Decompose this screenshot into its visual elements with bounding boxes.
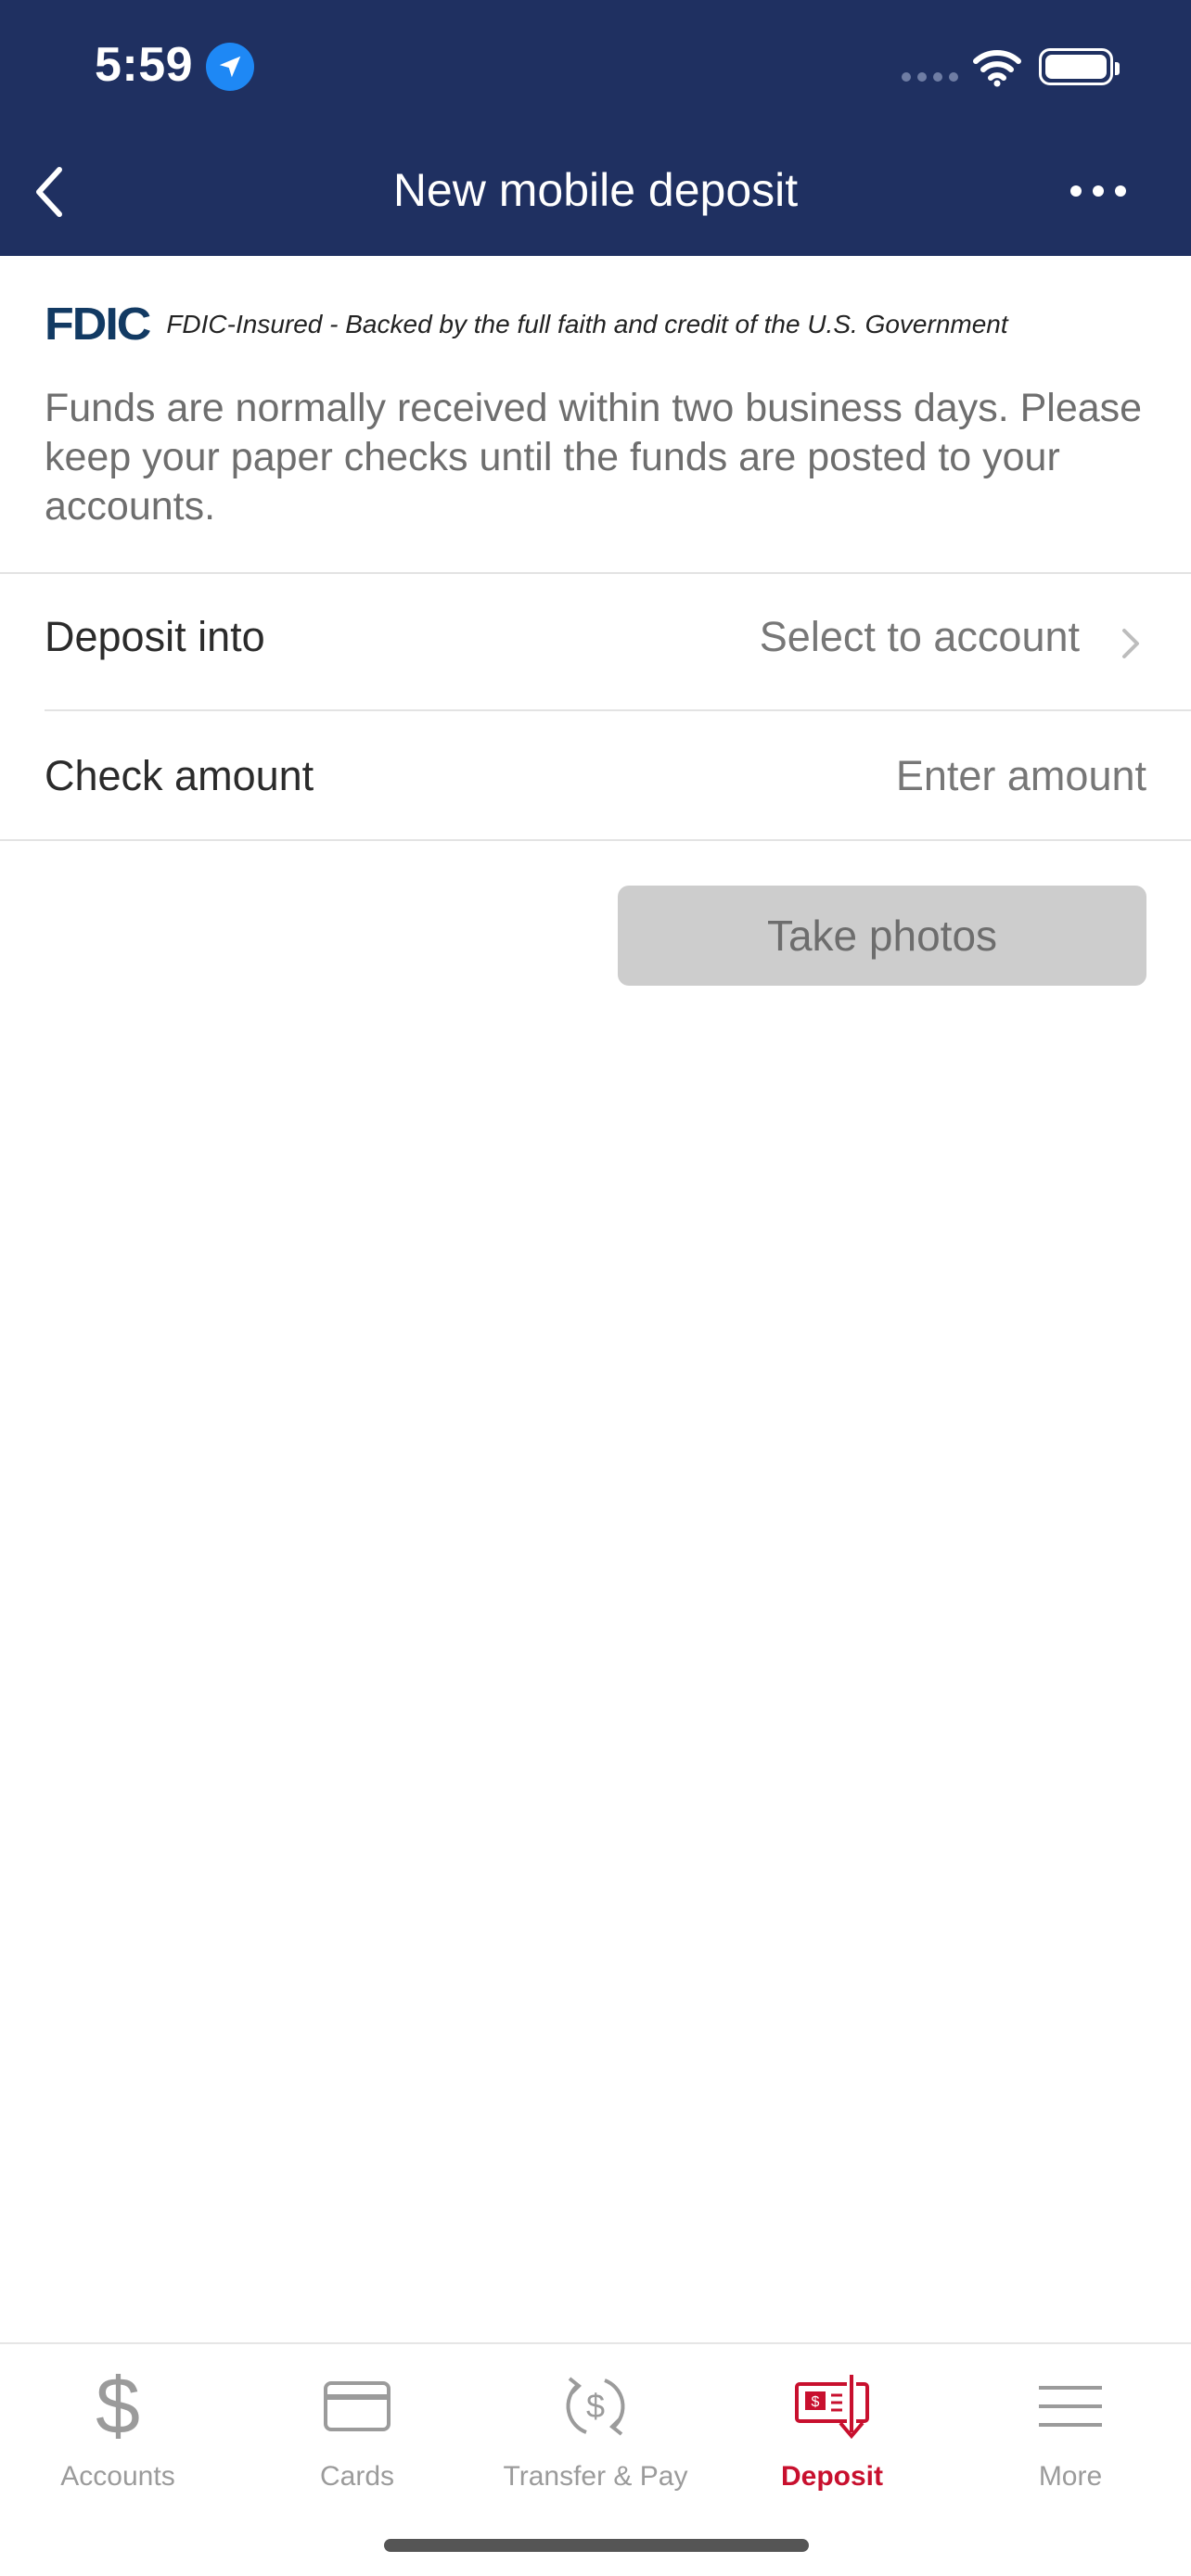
check-deposit-icon: $ — [716, 2365, 948, 2448]
tab-label: Cards — [319, 2461, 395, 2492]
info-text: Funds are normally received within two b… — [45, 386, 1143, 529]
deposit-into-value: Select to account — [759, 613, 1080, 660]
fdic-text: FDIC-Insured - Backed by the full faith … — [166, 310, 1008, 338]
deposit-into-row[interactable]: Deposit into Select to account — [0, 572, 1191, 702]
check-amount-input[interactable]: Enter amount — [896, 752, 1146, 800]
top-bar: 5:59 New mobile deposit — [0, 0, 1191, 256]
tab-label: More — [1038, 2461, 1103, 2492]
tab-cards[interactable]: Cards — [241, 2365, 473, 2493]
svg-text:$: $ — [96, 2366, 140, 2446]
location-icon — [206, 43, 254, 91]
tab-transfer-pay[interactable]: $ Transfer & Pay — [480, 2365, 711, 2493]
chevron-right-icon — [1122, 629, 1139, 658]
page-title: New mobile deposit — [392, 164, 799, 216]
dollar-icon: $ — [2, 2365, 234, 2448]
deposit-into-label: Deposit into — [45, 613, 265, 660]
tab-more[interactable]: More — [954, 2365, 1186, 2493]
wifi-icon — [972, 46, 1022, 92]
check-amount-label: Check amount — [45, 752, 314, 799]
menu-icon — [954, 2365, 1186, 2448]
take-photos-button[interactable]: Take photos — [618, 886, 1146, 986]
fdic-notice: FDIC FDIC-Insured - Backed by the full f… — [45, 297, 1008, 352]
tab-deposit[interactable]: $ Deposit — [716, 2365, 948, 2493]
battery-icon — [1039, 48, 1120, 85]
home-indicator — [384, 2539, 809, 2552]
tab-accounts[interactable]: $ Accounts — [2, 2365, 234, 2493]
cellular-signal-icon — [902, 72, 958, 82]
card-icon — [241, 2365, 473, 2448]
transfer-icon: $ — [480, 2365, 711, 2448]
svg-text:$: $ — [812, 2394, 820, 2410]
tab-label: Accounts — [60, 2461, 175, 2492]
svg-text:$: $ — [586, 2387, 605, 2425]
tab-label: Transfer & Pay — [503, 2461, 688, 2492]
status-time: 5:59 — [95, 38, 194, 92]
more-options-button[interactable] — [1067, 182, 1130, 200]
fdic-logo: FDIC — [45, 299, 151, 351]
tab-label: Deposit — [780, 2461, 883, 2492]
divider — [0, 839, 1191, 841]
check-amount-row[interactable]: Check amount Enter amount — [0, 711, 1191, 841]
